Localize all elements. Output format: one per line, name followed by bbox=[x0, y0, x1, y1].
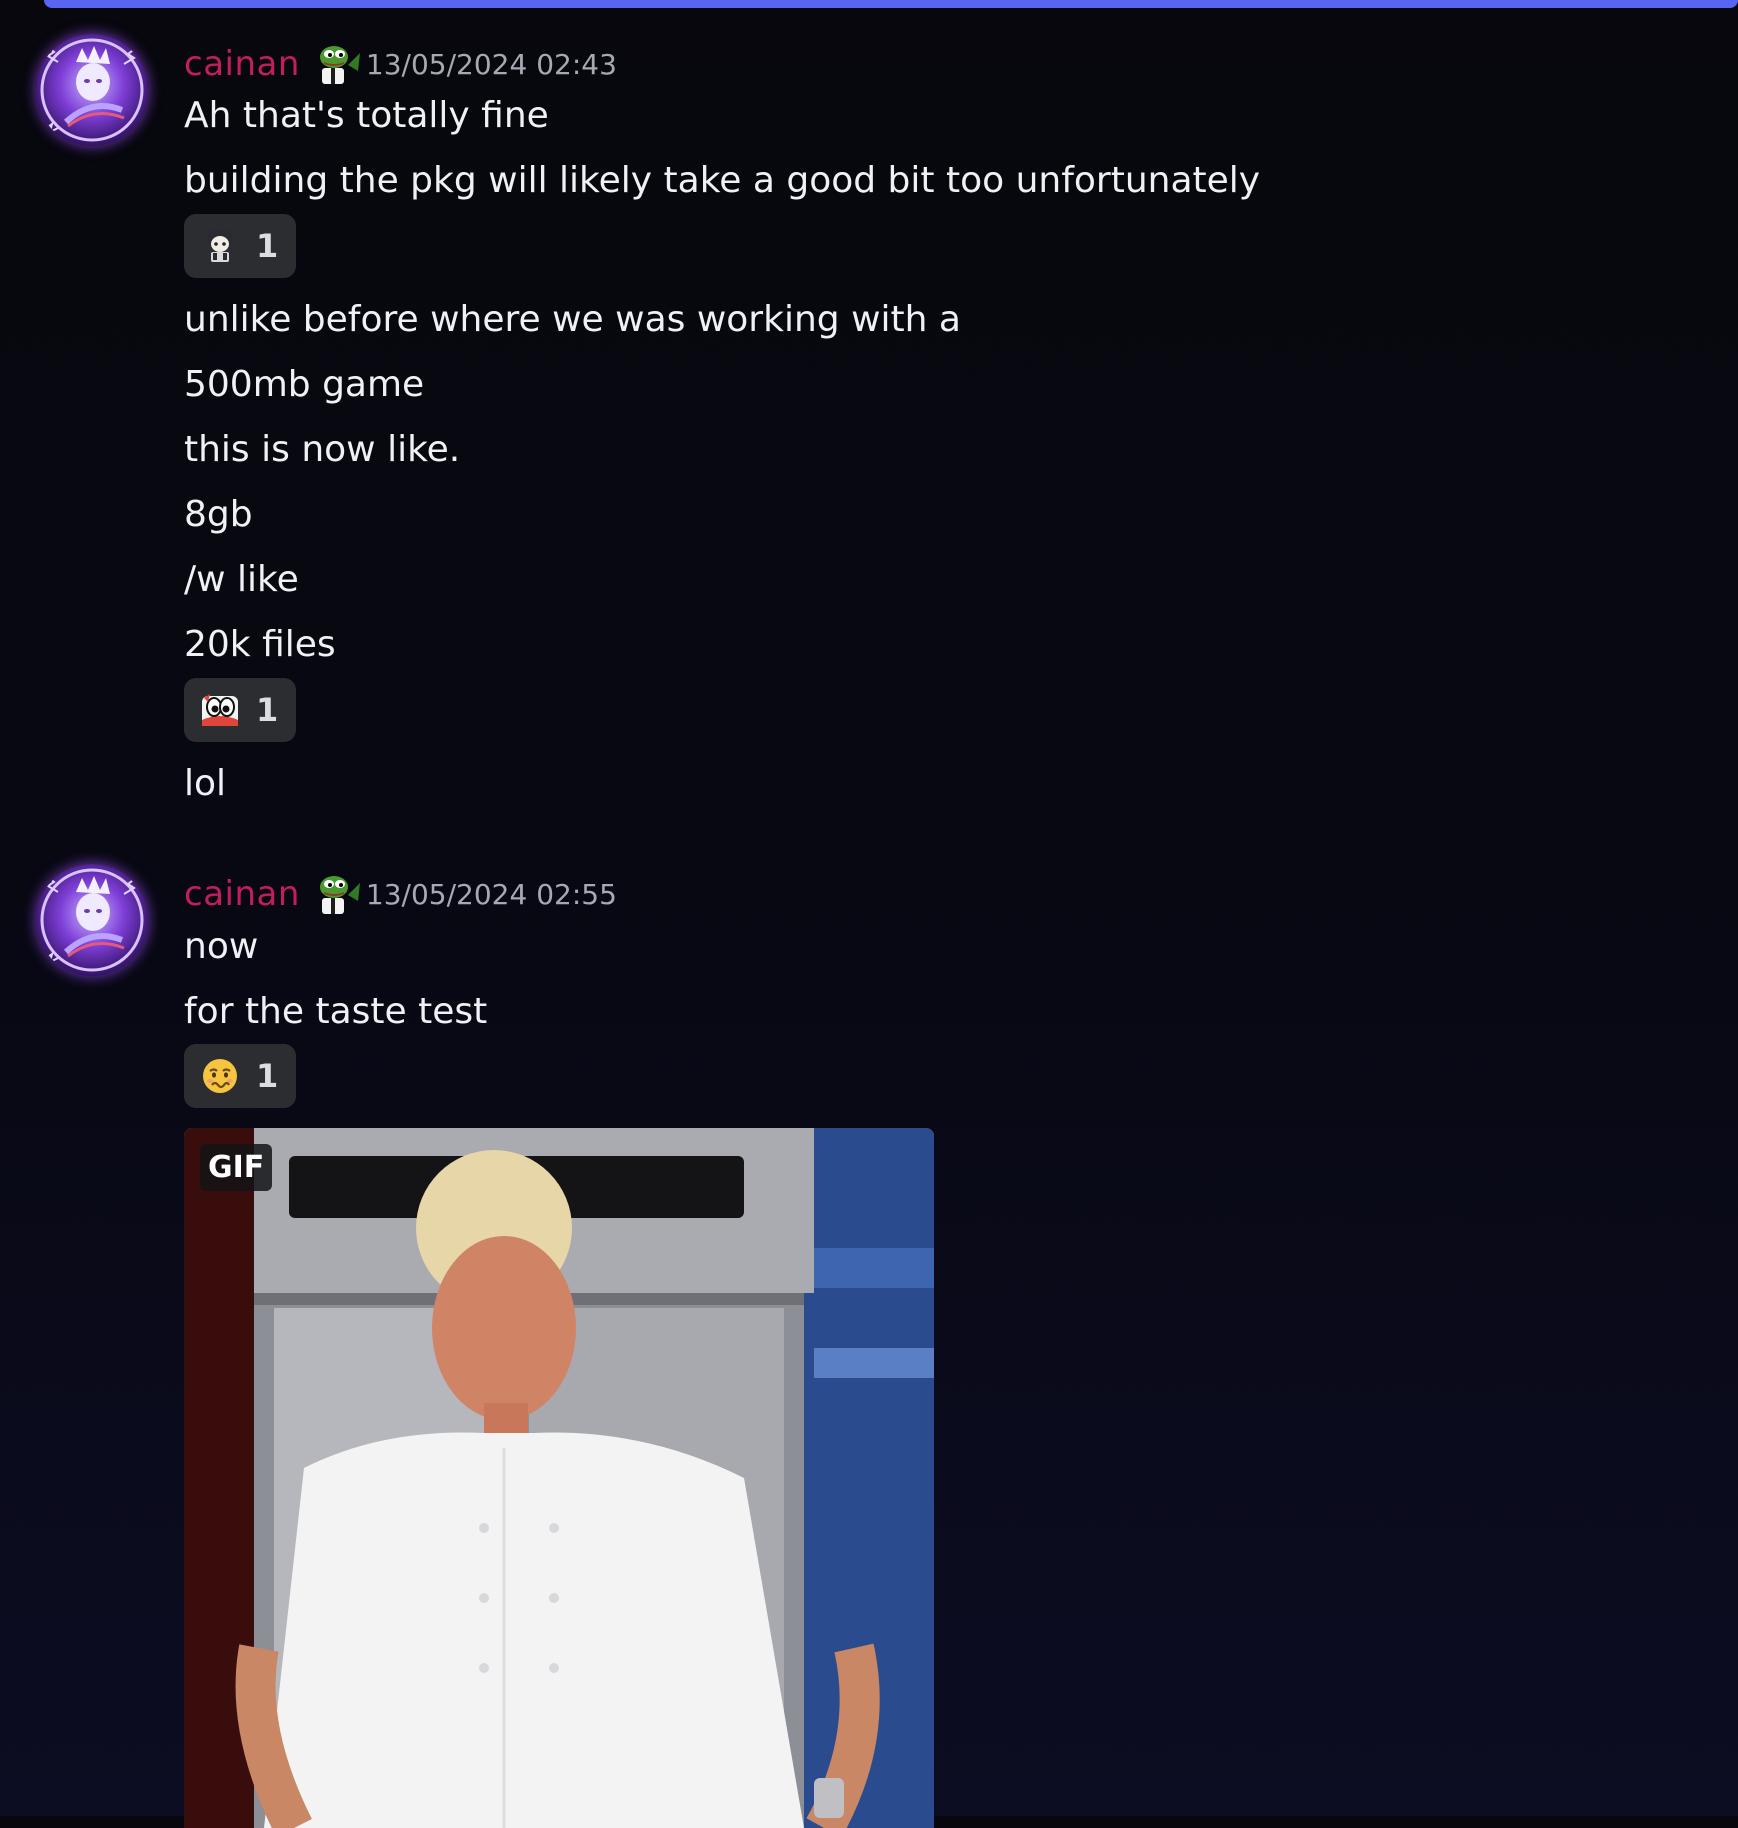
user-avatar[interactable] bbox=[36, 34, 148, 146]
reaction-button[interactable]: 1 bbox=[184, 1044, 296, 1108]
chef-gif-image bbox=[184, 1128, 934, 1828]
message-line: building the pkg will likely take a good… bbox=[184, 160, 1261, 201]
reaction-count: 1 bbox=[256, 1057, 279, 1095]
pepe-role-icon bbox=[319, 876, 360, 914]
anime-character-emoji-icon bbox=[208, 230, 232, 262]
new-messages-bar bbox=[44, 0, 1738, 8]
user-avatar[interactable] bbox=[36, 864, 148, 976]
message-header: cainan 13/05/2024 02:55 bbox=[184, 874, 617, 914]
woozy-face-emoji-icon bbox=[203, 1059, 237, 1093]
message-line: unlike before where we was working with … bbox=[184, 299, 961, 340]
message-line: 20k files bbox=[184, 624, 336, 665]
message-line: Ah that's totally fine bbox=[184, 95, 549, 136]
message-line: for the taste test bbox=[184, 991, 488, 1032]
reaction-count: 1 bbox=[256, 227, 279, 265]
googly-eyes-emoji-icon bbox=[202, 694, 238, 726]
message-line: /w like bbox=[184, 559, 299, 600]
message-line: now bbox=[184, 926, 259, 967]
pepe-role-icon bbox=[319, 46, 360, 84]
message-line: 500mb game bbox=[184, 364, 425, 405]
timestamp: 13/05/2024 02:55 bbox=[365, 877, 617, 911]
username[interactable]: cainan bbox=[184, 874, 300, 914]
reaction-button[interactable]: 1 bbox=[184, 678, 296, 742]
message-line: this is now like. bbox=[184, 429, 461, 470]
message-line: lol bbox=[184, 763, 227, 804]
gif-badge: GIF bbox=[200, 1144, 273, 1191]
reaction-button[interactable]: 1 bbox=[184, 214, 296, 278]
message-header: cainan 13/05/2024 02:43 bbox=[184, 44, 617, 84]
message-line: 8gb bbox=[184, 494, 253, 535]
reaction-count: 1 bbox=[256, 691, 279, 729]
gif-attachment[interactable]: GIF bbox=[184, 1128, 934, 1828]
username[interactable]: cainan bbox=[184, 44, 300, 84]
timestamp: 13/05/2024 02:43 bbox=[365, 47, 617, 81]
